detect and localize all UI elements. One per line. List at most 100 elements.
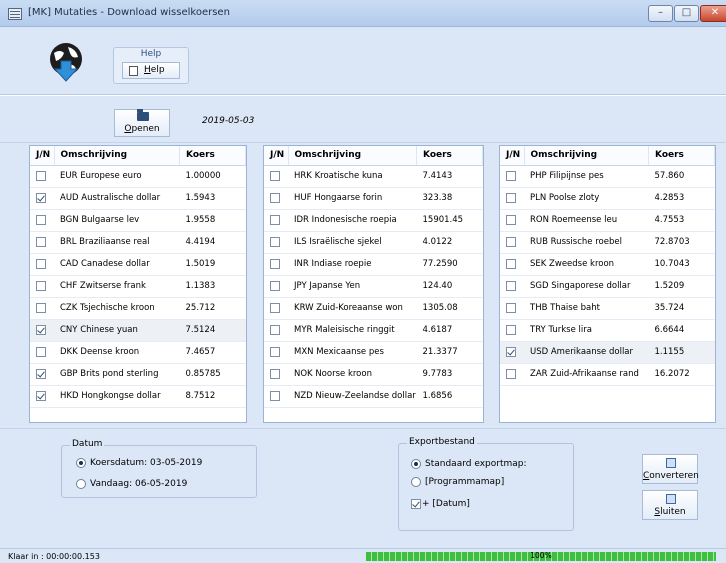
jn-header[interactable]: J/N — [264, 146, 289, 166]
table-row[interactable]: PLN Poolse zloty 4.2853 — [500, 187, 715, 210]
row-checkbox[interactable] — [270, 368, 280, 379]
rate-header[interactable]: Koers — [179, 146, 246, 166]
standaard-option[interactable]: Standaard exportmap: — [411, 459, 527, 470]
row-checkbox[interactable] — [36, 170, 46, 181]
row-checkbox[interactable] — [36, 258, 46, 269]
programma-option[interactable]: [Programmamap] — [411, 477, 504, 488]
close-window-button[interactable]: Sluiten — [642, 490, 698, 520]
row-checkbox[interactable] — [36, 324, 46, 335]
vandaag-radio[interactable] — [76, 479, 86, 489]
row-checkbox[interactable] — [270, 324, 280, 335]
row-checkbox[interactable] — [506, 236, 516, 247]
table-row[interactable]: TRY Turkse lira 6.6644 — [500, 319, 715, 342]
rate-header[interactable]: Koers — [416, 146, 483, 166]
table-row[interactable]: EUR Europese euro 1.00000 — [30, 165, 246, 188]
row-checkbox[interactable] — [270, 280, 280, 291]
row-checkbox[interactable] — [36, 280, 46, 291]
convert-button[interactable]: Converteren — [642, 454, 699, 484]
programma-radio[interactable] — [411, 477, 421, 487]
table-row[interactable]: THB Thaise baht 35.724 — [500, 297, 715, 320]
currency-rate: 6.6644 — [648, 319, 715, 342]
description-header[interactable]: Omschrijving — [524, 146, 649, 166]
row-checkbox[interactable] — [506, 258, 516, 269]
table-row[interactable]: CNY Chinese yuan 7.5124 — [30, 319, 246, 342]
table-row[interactable]: CHF Zwitserse frank 1.1383 — [30, 275, 246, 298]
row-checkbox[interactable] — [270, 170, 280, 181]
row-checkbox[interactable] — [270, 390, 280, 401]
currency-grid-3[interactable]: J/N Omschrijving Koers PHP Filipijnse pes 57… — [499, 145, 716, 423]
currency-grid-1[interactable]: J/N Omschrijving Koers EUR Europese euro 1.0… — [29, 145, 247, 423]
table-row[interactable]: RON Roemeense leu 4.7553 — [500, 209, 715, 232]
table-row[interactable]: PHP Filipijnse pes 57.860 — [500, 165, 715, 188]
row-checkbox[interactable] — [270, 346, 280, 357]
row-checkbox[interactable] — [506, 368, 516, 379]
table-row[interactable]: INR Indiase roepie 77.2590 — [264, 253, 483, 276]
koersdatum-radio[interactable] — [76, 458, 86, 468]
row-checkbox[interactable] — [506, 302, 516, 313]
table-row[interactable]: CZK Tsjechische kroon 25.712 — [30, 297, 246, 320]
table-row[interactable]: ILS Israëlische sjekel 4.0122 — [264, 231, 483, 254]
table-row[interactable]: JPY Japanse Yen 124.40 — [264, 275, 483, 298]
currency-rate: 1.5209 — [648, 275, 715, 298]
table-row[interactable]: HRK Kroatische kuna 7.4143 — [264, 165, 483, 188]
table-row[interactable]: AUD Australische dollar 1.5943 — [30, 187, 246, 210]
datum-checkbox-option[interactable]: + [Datum] — [411, 499, 470, 510]
jn-header[interactable]: J/N — [500, 146, 525, 166]
row-checkbox[interactable] — [506, 324, 516, 335]
row-checkbox[interactable] — [270, 258, 280, 269]
help-button[interactable]: Help — [122, 62, 180, 79]
row-checkbox[interactable] — [270, 236, 280, 247]
header-row: J/N Omschrijving Koers — [264, 146, 483, 166]
table-row[interactable]: HUF Hongaarse forin 323.38 — [264, 187, 483, 210]
row-checkbox[interactable] — [36, 214, 46, 225]
currency-description: IDR Indonesische roepia — [288, 209, 417, 232]
table-row[interactable]: SGD Singaporese dollar 1.5209 — [500, 275, 715, 298]
table-row[interactable]: USD Amerikaanse dollar 1.1155 — [500, 341, 715, 364]
row-checkbox[interactable] — [36, 302, 46, 313]
row-checkbox[interactable] — [36, 390, 46, 401]
row-checkbox[interactable] — [270, 214, 280, 225]
table-row[interactable]: NOK Noorse kroon 9.7783 — [264, 363, 483, 386]
vandaag-option[interactable]: Vandaag: 06-05-2019 — [76, 479, 187, 490]
row-checkbox[interactable] — [270, 302, 280, 313]
koersdatum-option[interactable]: Koersdatum: 03-05-2019 — [76, 458, 202, 469]
status-text: Klaar in : 00:00:00.153 — [8, 552, 100, 561]
jn-header[interactable]: J/N — [30, 146, 55, 166]
table-row[interactable]: DKK Deense kroon 7.4657 — [30, 341, 246, 364]
datum-checkbox[interactable] — [411, 499, 421, 509]
title-bar: [MK] Mutaties - Download wisselkoersen –… — [0, 0, 726, 27]
minimize-button[interactable]: – — [648, 5, 673, 22]
row-checkbox[interactable] — [270, 192, 280, 203]
close-button[interactable]: ✕ — [700, 5, 726, 22]
table-row[interactable]: SEK Zweedse kroon 10.7043 — [500, 253, 715, 276]
row-checkbox[interactable] — [506, 170, 516, 181]
table-row[interactable]: RUB Russische roebel 72.8703 — [500, 231, 715, 254]
row-checkbox[interactable] — [506, 214, 516, 225]
row-checkbox[interactable] — [36, 368, 46, 379]
table-row[interactable]: CAD Canadese dollar 1.5019 — [30, 253, 246, 276]
currency-description: PLN Poolse zloty — [524, 187, 649, 210]
table-row[interactable]: MXN Mexicaanse pes 21.3377 — [264, 341, 483, 364]
maximize-button[interactable]: □ — [674, 5, 699, 22]
table-row[interactable]: NZD Nieuw-Zeelandse dollar 1.6856 — [264, 385, 483, 408]
table-row[interactable]: GBP Brits pond sterling 0.85785 — [30, 363, 246, 386]
row-checkbox[interactable] — [506, 346, 516, 357]
table-row[interactable]: HKD Hongkongse dollar 8.7512 — [30, 385, 246, 408]
table-row[interactable]: BRL Braziliaanse real 4.4194 — [30, 231, 246, 254]
rate-header[interactable]: Koers — [648, 146, 715, 166]
table-row[interactable]: BGN Bulgaarse lev 1.9558 — [30, 209, 246, 232]
row-checkbox[interactable] — [506, 280, 516, 291]
description-header[interactable]: Omschrijving — [54, 146, 180, 166]
row-checkbox[interactable] — [36, 192, 46, 203]
table-row[interactable]: KRW Zuid-Koreaanse won 1305.08 — [264, 297, 483, 320]
currency-grid-2[interactable]: J/N Omschrijving Koers HRK Kroatische kuna 7… — [263, 145, 484, 423]
row-checkbox[interactable] — [506, 192, 516, 203]
table-row[interactable]: IDR Indonesische roepia 15901.45 — [264, 209, 483, 232]
open-button[interactable]: Openen — [114, 109, 170, 137]
row-checkbox[interactable] — [36, 346, 46, 357]
standaard-radio[interactable] — [411, 459, 421, 469]
table-row[interactable]: MYR Maleisische ringgit 4.6187 — [264, 319, 483, 342]
description-header[interactable]: Omschrijving — [288, 146, 417, 166]
table-row[interactable]: ZAR Zuid-Afrikaanse rand 16.2072 — [500, 363, 715, 386]
row-checkbox[interactable] — [36, 236, 46, 247]
